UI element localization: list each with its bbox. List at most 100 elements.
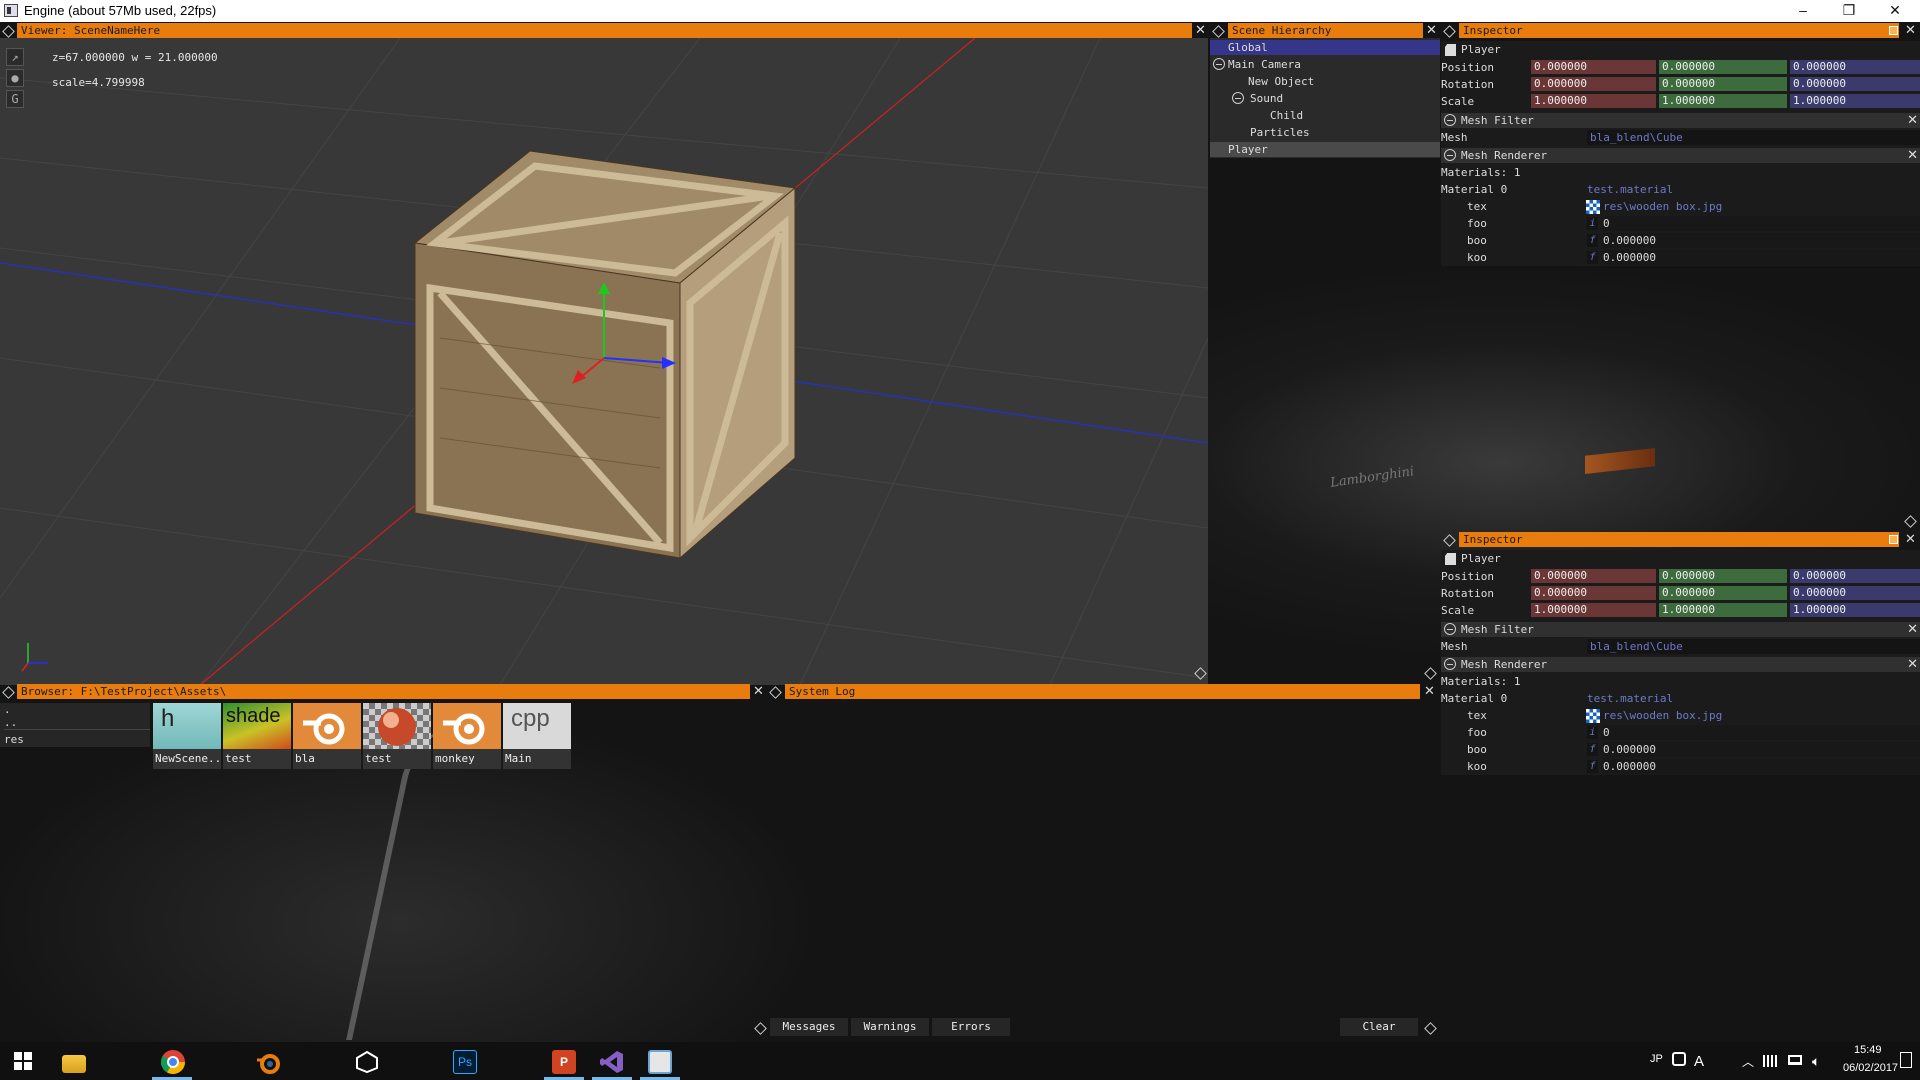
mesh-renderer-section[interactable]: Mesh Renderer ✕ — [1441, 657, 1920, 672]
remove-component-icon[interactable]: ✕ — [1907, 114, 1918, 127]
grid-tool-button[interactable]: G — [6, 90, 24, 108]
hierarchy-item-child[interactable]: Child — [1210, 108, 1440, 123]
folder-item[interactable]: .. — [4, 716, 150, 730]
prop-koo-value[interactable]: 0.000000 — [1603, 250, 1920, 265]
rotation-y-field[interactable]: 0.000000 — [1659, 586, 1787, 600]
material0-link[interactable]: test.material — [1587, 182, 1673, 197]
asset-tile[interactable]: shade test — [223, 703, 291, 769]
position-x-field[interactable]: 0.000000 — [1531, 569, 1656, 583]
minimize-button[interactable]: – — [1780, 0, 1826, 22]
visual-studio-icon[interactable] — [600, 1050, 624, 1074]
tray-app-icon[interactable] — [1763, 1055, 1777, 1067]
close-button[interactable]: ✕ — [1872, 0, 1918, 22]
prop-koo-value[interactable]: 0.000000 — [1603, 759, 1920, 774]
remove-component-icon[interactable]: ✕ — [1907, 623, 1918, 636]
viewer-close-icon[interactable]: ✕ — [1195, 24, 1206, 37]
position-z-field[interactable]: 0.000000 — [1790, 60, 1920, 74]
scale-y-field[interactable]: 1.000000 — [1659, 603, 1787, 617]
rotation-z-field[interactable]: 0.000000 — [1790, 77, 1920, 91]
file-explorer-icon[interactable] — [62, 1055, 86, 1073]
warnings-button[interactable]: Warnings — [851, 1018, 929, 1036]
maximize-button[interactable]: ❐ — [1826, 0, 1872, 22]
position-z-field[interactable]: 0.000000 — [1790, 569, 1920, 583]
chrome-icon[interactable] — [160, 1049, 186, 1075]
mesh-renderer-section[interactable]: Mesh Renderer ✕ — [1441, 148, 1920, 163]
rotation-z-field[interactable]: 0.000000 — [1790, 586, 1920, 600]
windows-start-icon[interactable] — [14, 1052, 32, 1070]
rotation-x-field[interactable]: 0.000000 — [1531, 77, 1656, 91]
collapse-icon[interactable] — [1444, 149, 1456, 161]
asset-tile[interactable]: test — [363, 703, 431, 769]
folder-item[interactable]: res — [4, 733, 24, 746]
texture-thumbnail-icon[interactable] — [1586, 200, 1600, 214]
engine-app-taskbar-icon[interactable] — [648, 1050, 672, 1074]
material0-link[interactable]: test.material — [1587, 691, 1673, 706]
scale-y-field[interactable]: 1.000000 — [1659, 94, 1787, 108]
collapse-icon[interactable] — [1444, 658, 1456, 670]
remove-component-icon[interactable]: ✕ — [1907, 149, 1918, 162]
mesh-value-link[interactable]: bla_blend\Cube — [1587, 130, 1920, 145]
prop-foo-value[interactable]: 0 — [1603, 725, 1920, 740]
inspector2-close-icon[interactable]: ✕ — [1905, 533, 1916, 546]
hierarchy-item-new-object[interactable]: New Object — [1210, 74, 1440, 89]
scale-x-field[interactable]: 1.000000 — [1531, 603, 1656, 617]
photoshop-icon[interactable]: Ps — [453, 1050, 477, 1074]
hierarchy-item-player[interactable]: Player — [1210, 142, 1440, 157]
mesh-filter-section[interactable]: Mesh Filter ✕ — [1441, 113, 1920, 128]
scene-viewport[interactable]: ↗ ● G z=67.000000 w = 21.000000 scale=4.… — [0, 38, 1208, 685]
clock-date[interactable]: 06/02/2017 — [1843, 1062, 1898, 1078]
hierarchy-item-main-camera[interactable]: Main Camera — [1210, 57, 1440, 72]
prop-tex-value[interactable]: res\wooden box.jpg — [1603, 708, 1722, 723]
collapse-icon[interactable] — [1213, 58, 1225, 70]
inspector-close-icon[interactable]: ✕ — [1905, 24, 1916, 37]
blender-icon[interactable] — [255, 1050, 281, 1074]
scale-x-field[interactable]: 1.000000 — [1531, 94, 1656, 108]
errors-button[interactable]: Errors — [932, 1018, 1010, 1036]
asset-tile[interactable]: bla — [293, 703, 361, 769]
browser-close-icon[interactable]: ✕ — [753, 685, 764, 698]
prop-tex-value[interactable]: res\wooden box.jpg — [1603, 199, 1722, 214]
volume-icon[interactable]: 🔈︎ — [1812, 1053, 1820, 1069]
scale-z-field[interactable]: 1.000000 — [1790, 94, 1920, 108]
rotation-y-field[interactable]: 0.000000 — [1659, 77, 1787, 91]
mesh-value-link[interactable]: bla_blend\Cube — [1587, 639, 1920, 654]
language-indicator[interactable]: JP — [1650, 1053, 1663, 1069]
prop-boo-value[interactable]: 0.000000 — [1603, 233, 1920, 248]
position-y-field[interactable]: 0.000000 — [1659, 60, 1787, 74]
rotate-tool-button[interactable]: ● — [6, 69, 24, 87]
position-y-field[interactable]: 0.000000 — [1659, 569, 1787, 583]
notification-icon[interactable] — [1900, 1052, 1912, 1068]
asset-tile[interactable]: cpp Main — [503, 703, 571, 769]
collapse-icon[interactable] — [1232, 92, 1244, 104]
tray-chevron-icon[interactable]: ︿ — [1742, 1053, 1754, 1069]
messages-button[interactable]: Messages — [770, 1018, 848, 1036]
move-tool-button[interactable]: ↗ — [6, 48, 24, 66]
ime-pad-icon[interactable] — [1672, 1052, 1686, 1066]
hierarchy-item-sound[interactable]: Sound — [1210, 91, 1440, 106]
hierarchy-item-global[interactable]: Global — [1210, 40, 1440, 55]
rotation-x-field[interactable]: 0.000000 — [1531, 586, 1656, 600]
prop-boo-value[interactable]: 0.000000 — [1603, 742, 1920, 757]
asset-tile[interactable]: h NewScene.. — [153, 703, 221, 769]
texture-thumbnail-icon[interactable] — [1586, 709, 1600, 723]
inspector2-lock-icon[interactable] — [1889, 535, 1898, 544]
mesh-filter-section[interactable]: Mesh Filter ✕ — [1441, 622, 1920, 637]
network-icon[interactable] — [1788, 1055, 1802, 1065]
ime-mode-indicator[interactable]: A — [1694, 1053, 1704, 1070]
clock-time[interactable]: 15:49 — [1854, 1044, 1882, 1060]
inspector-lock-icon[interactable] — [1889, 26, 1898, 35]
unity-icon[interactable] — [355, 1050, 379, 1074]
remove-component-icon[interactable]: ✕ — [1907, 658, 1918, 671]
asset-tile[interactable]: monkey — [433, 703, 501, 769]
scale-z-field[interactable]: 1.000000 — [1790, 603, 1920, 617]
hierarchy-item-particles[interactable]: Particles — [1210, 125, 1440, 140]
clear-button[interactable]: Clear — [1340, 1018, 1418, 1036]
hierarchy-close-icon[interactable]: ✕ — [1426, 24, 1437, 37]
collapse-icon[interactable] — [1444, 114, 1456, 126]
syslog-close-icon[interactable]: ✕ — [1424, 685, 1435, 698]
powerpoint-icon[interactable]: P — [552, 1050, 576, 1074]
position-x-field[interactable]: 0.000000 — [1531, 60, 1656, 74]
collapse-icon[interactable] — [1444, 623, 1456, 635]
prop-foo-value[interactable]: 0 — [1603, 216, 1920, 231]
folder-item[interactable]: . — [4, 703, 11, 716]
